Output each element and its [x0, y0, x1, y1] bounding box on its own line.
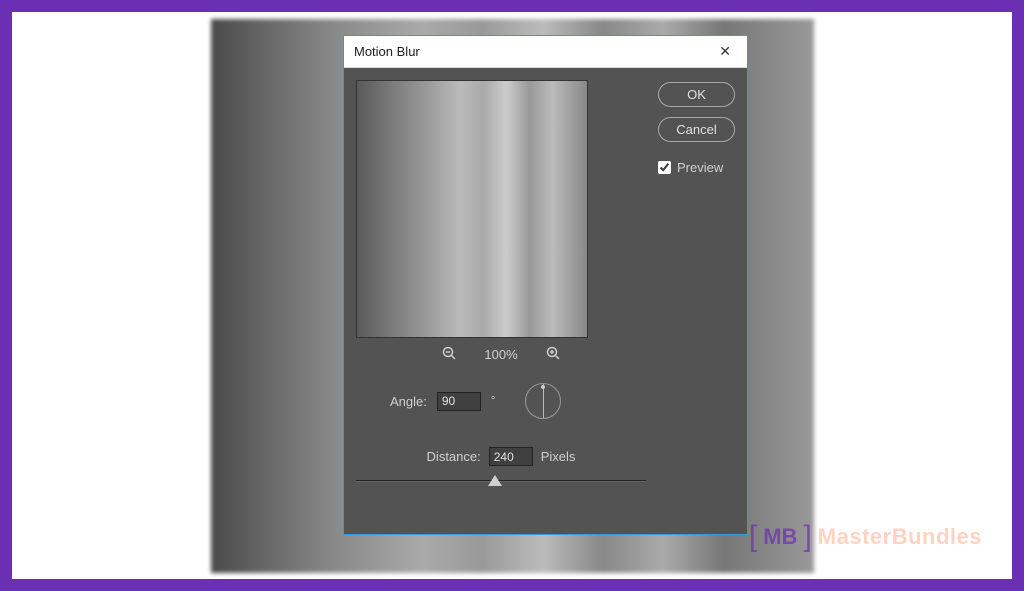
motion-blur-dialog: Motion Blur ✕ 100% Angle: ° [343, 35, 748, 535]
dialog-body: 100% Angle: ° Distance: [344, 68, 747, 534]
watermark-bracket-left: [ [749, 520, 757, 554]
distance-row: Distance: Pixels [356, 447, 646, 466]
dialog-title-bar: Motion Blur ✕ [344, 36, 747, 68]
angle-row: Angle: ° [356, 383, 646, 419]
preview-checkbox-label[interactable]: Preview [658, 160, 735, 175]
cancel-button[interactable]: Cancel [658, 117, 735, 142]
preview-thumbnail[interactable] [356, 80, 588, 338]
angle-input[interactable] [437, 392, 481, 411]
dialog-right-panel: OK Cancel Preview [658, 80, 735, 522]
zoom-out-icon[interactable] [442, 346, 456, 363]
dialog-left-panel: 100% Angle: ° Distance: [356, 80, 646, 522]
distance-slider-track[interactable] [356, 480, 646, 482]
watermark-bracket-right: ] [803, 520, 811, 554]
distance-slider-thumb[interactable] [488, 475, 502, 486]
dialog-title: Motion Blur [354, 44, 420, 59]
angle-dial-dot [541, 385, 545, 389]
distance-unit: Pixels [541, 449, 576, 464]
angle-unit: ° [491, 395, 495, 407]
preview-checkbox[interactable] [658, 161, 671, 174]
angle-dial[interactable] [525, 383, 561, 419]
zoom-level-text: 100% [484, 347, 517, 362]
outer-white-frame: Motion Blur ✕ 100% Angle: ° [12, 12, 1012, 579]
watermark-logo-short: MB [763, 524, 797, 550]
distance-input[interactable] [489, 447, 533, 466]
distance-label: Distance: [427, 449, 481, 464]
angle-label: Angle: [390, 394, 427, 409]
zoom-in-icon[interactable] [546, 346, 560, 363]
close-icon[interactable]: ✕ [713, 41, 737, 62]
zoom-controls: 100% [356, 346, 646, 363]
angle-dial-line [543, 384, 544, 418]
ok-button[interactable]: OK [658, 82, 735, 107]
watermark-text: MasterBundles [818, 524, 982, 550]
preview-checkbox-text: Preview [677, 160, 723, 175]
watermark: [MB] MasterBundles [749, 520, 982, 554]
